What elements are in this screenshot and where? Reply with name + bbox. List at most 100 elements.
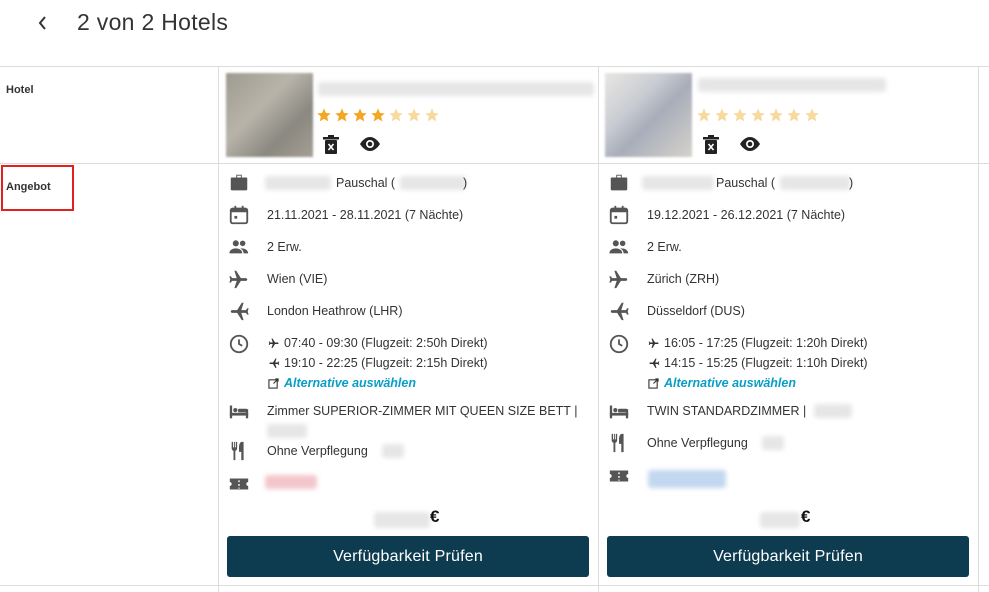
view-button[interactable] bbox=[358, 136, 382, 157]
package-type: Pauschal ( bbox=[336, 176, 396, 190]
eye-icon bbox=[740, 137, 760, 151]
outbound-flight: 16:05 - 17:25 (Flugzeit: 1:20h Direkt) bbox=[648, 336, 868, 350]
redacted-text bbox=[642, 176, 714, 190]
star-icon bbox=[715, 108, 729, 122]
hotel-name-redacted[interactable] bbox=[698, 78, 886, 92]
arrival-airport: Düsseldorf (DUS) bbox=[647, 304, 745, 318]
alternative-label: Alternative auswählen bbox=[664, 376, 796, 390]
redacted-text bbox=[814, 404, 852, 418]
plane-takeoff-icon bbox=[229, 270, 248, 289]
room-type: TWIN STANDARDZIMMER | bbox=[647, 404, 807, 418]
view-button[interactable] bbox=[738, 136, 762, 157]
cutlery-icon bbox=[611, 433, 624, 453]
back-button[interactable] bbox=[30, 10, 56, 36]
star-rating bbox=[696, 107, 820, 123]
trash-icon bbox=[703, 135, 719, 154]
inbound-times: 14:15 - 15:25 (Flugzeit: 1:10h Direkt) bbox=[664, 356, 868, 370]
price-currency: € bbox=[801, 507, 811, 526]
column-divider bbox=[978, 66, 979, 592]
star-icon bbox=[371, 108, 385, 122]
board-type: Ohne Verpflegung bbox=[267, 444, 368, 458]
star-rating bbox=[316, 107, 440, 123]
bed-icon bbox=[229, 405, 249, 419]
trash-icon bbox=[323, 135, 339, 154]
alternative-link[interactable]: Alternative auswählen bbox=[268, 376, 416, 390]
redacted-price bbox=[374, 512, 430, 528]
package-type: Pauschal ( bbox=[716, 176, 776, 190]
column-divider bbox=[218, 66, 219, 592]
calendar-icon bbox=[229, 205, 249, 225]
redacted-badge bbox=[648, 470, 726, 488]
header: 2 von 2 Hotels bbox=[0, 0, 989, 66]
plane-landing-icon bbox=[610, 302, 629, 321]
room-type: Zimmer SUPERIOR-ZIMMER MIT QUEEN SIZE BE… bbox=[267, 404, 578, 418]
redacted-text bbox=[382, 444, 404, 458]
outbound-times: 07:40 - 09:30 (Flugzeit: 2:50h Direkt) bbox=[284, 336, 488, 350]
outbound-times: 16:05 - 17:25 (Flugzeit: 1:20h Direkt) bbox=[664, 336, 868, 350]
plane-left-icon bbox=[269, 358, 280, 368]
ticket-icon bbox=[229, 478, 249, 490]
hotel-image[interactable] bbox=[605, 73, 692, 157]
people-icon bbox=[609, 240, 629, 254]
redacted-text bbox=[780, 176, 850, 190]
plane-right-icon bbox=[648, 338, 659, 348]
star-icon bbox=[733, 108, 747, 122]
briefcase-icon bbox=[610, 174, 628, 191]
inbound-times: 19:10 - 22:25 (Flugzeit: 2:15h Direkt) bbox=[284, 356, 488, 370]
departure-airport: Wien (VIE) bbox=[267, 272, 328, 286]
calendar-icon bbox=[609, 205, 629, 225]
plane-landing-icon bbox=[230, 302, 249, 321]
redacted-price bbox=[760, 512, 800, 528]
plane-takeoff-icon bbox=[609, 270, 628, 289]
ticket-icon bbox=[609, 470, 629, 482]
star-icon bbox=[751, 108, 765, 122]
grid-divider bbox=[0, 66, 989, 67]
hotel-name-redacted[interactable] bbox=[318, 82, 594, 96]
redacted-text bbox=[762, 436, 784, 450]
star-icon bbox=[697, 108, 711, 122]
departure-airport: Zürich (ZRH) bbox=[647, 272, 720, 286]
cutlery-icon bbox=[231, 441, 244, 461]
redacted-text bbox=[265, 176, 331, 190]
price-currency: € bbox=[430, 507, 440, 526]
travel-dates: 19.12.2021 - 26.12.2021 (7 Nächte) bbox=[647, 208, 846, 222]
star-icon bbox=[317, 108, 331, 122]
external-link-icon bbox=[268, 377, 279, 389]
page-title: 2 von 2 Hotels bbox=[77, 9, 229, 35]
delete-button[interactable] bbox=[322, 135, 340, 160]
hotel-image[interactable] bbox=[226, 73, 313, 157]
row-label-hotel: Hotel bbox=[6, 84, 34, 96]
bed-icon bbox=[609, 405, 629, 419]
alternative-link[interactable]: Alternative auswählen bbox=[648, 376, 796, 390]
package-close: ) bbox=[849, 176, 854, 190]
external-link-icon bbox=[648, 377, 659, 389]
redacted-badge bbox=[265, 475, 317, 489]
plane-right-icon bbox=[268, 338, 279, 348]
package-close: ) bbox=[463, 176, 468, 190]
check-availability-button[interactable]: Verfügbarkeit Prüfen bbox=[607, 536, 969, 577]
guests: 2 Erw. bbox=[647, 240, 682, 254]
star-icon bbox=[425, 108, 439, 122]
eye-icon bbox=[360, 137, 380, 151]
alternative-label: Alternative auswählen bbox=[284, 376, 416, 390]
travel-dates: 21.11.2021 - 28.11.2021 (7 Nächte) bbox=[267, 208, 464, 222]
redacted-text bbox=[267, 424, 307, 438]
plane-left-icon bbox=[649, 358, 660, 368]
arrival-airport: London Heathrow (LHR) bbox=[267, 304, 403, 318]
star-icon bbox=[805, 108, 819, 122]
outbound-flight: 07:40 - 09:30 (Flugzeit: 2:50h Direkt) bbox=[268, 336, 488, 350]
redacted-text bbox=[400, 176, 466, 190]
grid-divider bbox=[0, 585, 989, 586]
delete-button[interactable] bbox=[702, 135, 720, 160]
clock-icon bbox=[609, 334, 629, 354]
chevron-left-icon bbox=[38, 16, 46, 30]
column-divider bbox=[598, 66, 599, 592]
board-type: Ohne Verpflegung bbox=[647, 436, 748, 450]
inbound-flight: 19:10 - 22:25 (Flugzeit: 2:15h Direkt) bbox=[268, 356, 488, 370]
star-icon bbox=[787, 108, 801, 122]
row-label-offer: Angebot bbox=[6, 181, 51, 193]
star-icon bbox=[389, 108, 403, 122]
check-availability-button[interactable]: Verfügbarkeit Prüfen bbox=[227, 536, 589, 577]
star-icon bbox=[769, 108, 783, 122]
star-icon bbox=[407, 108, 421, 122]
